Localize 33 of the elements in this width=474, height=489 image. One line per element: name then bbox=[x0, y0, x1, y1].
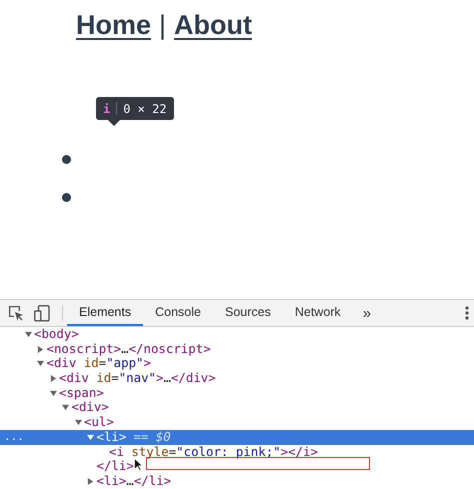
tree-row[interactable]: <ul> bbox=[0, 415, 474, 430]
tree-row[interactable]: <body> bbox=[0, 327, 474, 342]
node-text: <div id="nav">…</div> bbox=[59, 371, 216, 386]
tree-row[interactable]: <div id="nav">…</div> bbox=[0, 371, 474, 386]
node-text: </li> bbox=[96, 459, 134, 474]
nav-link[interactable]: Home bbox=[76, 10, 152, 41]
node-text: <li>…</li> bbox=[96, 474, 172, 489]
devtools-tab[interactable]: Sources bbox=[212, 300, 283, 326]
tree-row[interactable]: <span> bbox=[0, 386, 474, 400]
tooltip-tag: i bbox=[103, 102, 110, 116]
tree-row[interactable]: <li>…</li> bbox=[0, 474, 474, 489]
tree-row[interactable]: <div id="app"> bbox=[0, 356, 474, 372]
nav-separator: | bbox=[159, 10, 166, 41]
devtools-tab[interactable]: Elements bbox=[67, 300, 144, 326]
node-text: <i style="color: pink;"></i> bbox=[109, 444, 318, 460]
node-text: <div id="app"> bbox=[46, 356, 151, 372]
more-tabs-button[interactable]: » bbox=[352, 300, 382, 326]
node-text: <span> bbox=[59, 386, 104, 400]
tree-row[interactable]: <i style="color: pink;"></i> bbox=[0, 444, 474, 460]
node-reference: == $0 bbox=[133, 430, 171, 445]
nav-link[interactable]: About bbox=[174, 10, 252, 41]
node-text: <body> bbox=[34, 327, 79, 342]
more-marker[interactable]: ... bbox=[4, 430, 24, 445]
devtools-tab[interactable]: Network bbox=[282, 300, 353, 326]
devtools-tab[interactable]: Console bbox=[143, 300, 213, 326]
tree-row[interactable]: ... <li> == $0 bbox=[0, 430, 474, 444]
tree-row[interactable]: <div> bbox=[0, 400, 474, 416]
node-text: <div> bbox=[72, 400, 109, 416]
node-text: <ul> bbox=[84, 415, 114, 430]
tooltip-size: 0 × 22 bbox=[123, 102, 167, 116]
node-text: <li> bbox=[96, 430, 126, 445]
node-text: <noscript>…</noscript> bbox=[46, 342, 211, 356]
tree-row[interactable]: <noscript>…</noscript> bbox=[0, 342, 474, 356]
